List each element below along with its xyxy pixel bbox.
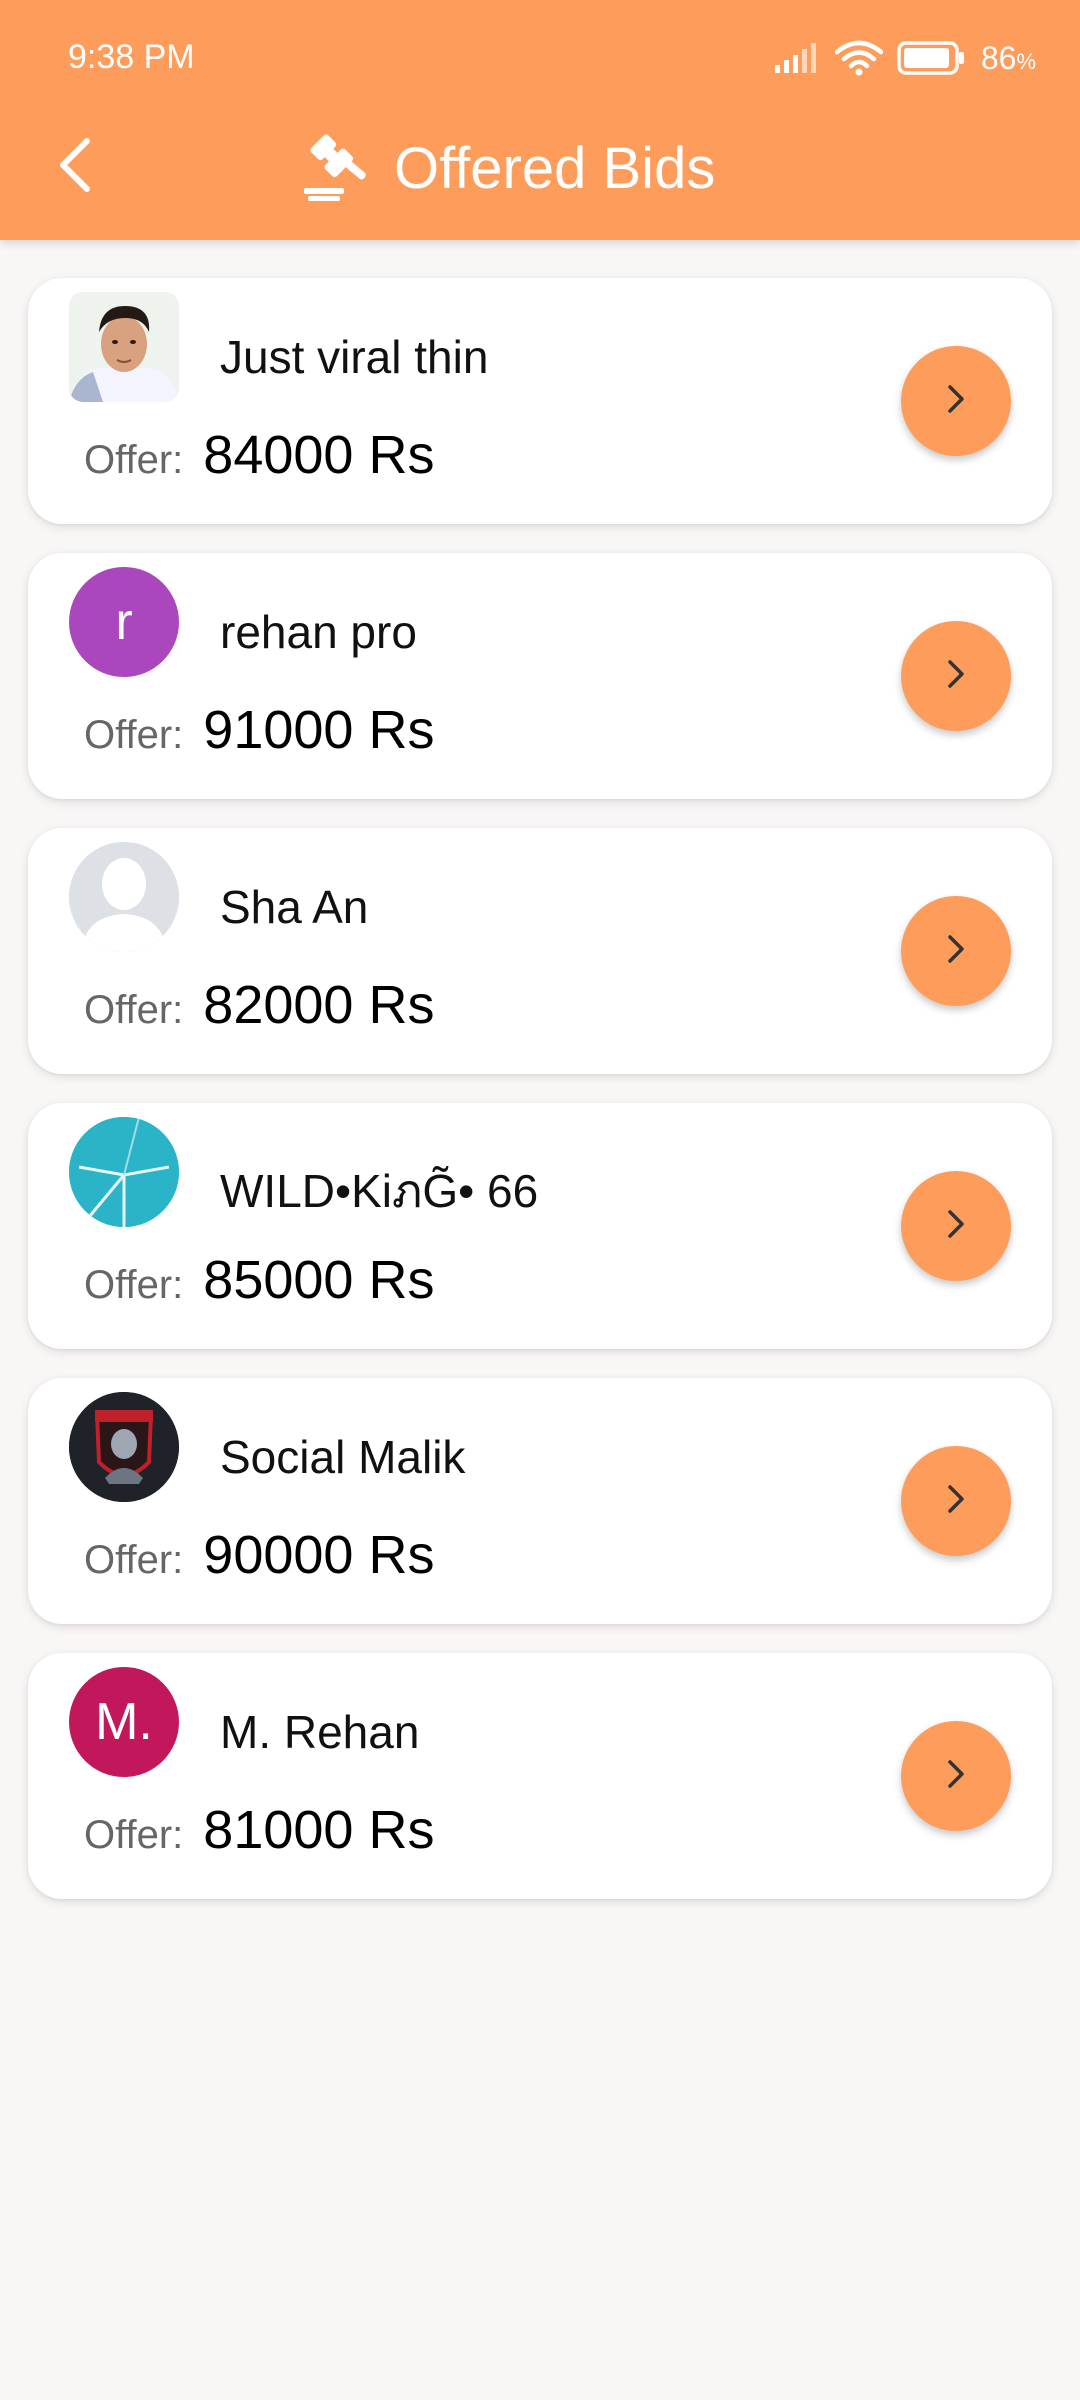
offer-row: Offer: 85000 Rs [84, 1249, 434, 1311]
offer-row: Offer: 82000 Rs [84, 974, 434, 1036]
view-bid-button[interactable] [901, 1721, 1011, 1831]
bidder-name: WILD•KiภG̃• 66 [220, 1165, 539, 1217]
avatar-placeholder-icon [69, 842, 179, 952]
bidder-name: M. Rehan [220, 1706, 420, 1758]
title-wrap: Offered Bids [300, 128, 715, 208]
avatar [69, 1392, 179, 1502]
offer-amount: 81000 Rs [203, 1800, 435, 1860]
chevron-left-icon [53, 135, 97, 200]
chevron-right-icon [941, 654, 971, 699]
status-bar: 9:38 PM 86% [0, 0, 1080, 90]
bid-card[interactable]: WILD•KiภG̃• 66 Offer: 85000 Rs [28, 1103, 1052, 1349]
app-bar: 9:38 PM 86% Offered Bids [0, 0, 1080, 240]
offer-amount: 91000 Rs [203, 700, 435, 760]
avatar: M. [69, 1667, 179, 1777]
chevron-right-icon [941, 1479, 971, 1524]
view-bid-button[interactable] [901, 896, 1011, 1006]
avatar: r [69, 567, 179, 677]
offer-amount: 90000 Rs [203, 1525, 435, 1585]
offer-amount: 84000 Rs [203, 425, 435, 485]
avatar [69, 1117, 179, 1227]
battery-unit: % [1016, 48, 1036, 74]
bid-card[interactable]: M. M. Rehan Offer: 81000 Rs [28, 1653, 1052, 1899]
view-bid-button[interactable] [901, 1171, 1011, 1281]
status-icons: 86% [773, 34, 1036, 82]
wifi-icon [834, 40, 883, 76]
offer-row: Offer: 84000 Rs [84, 424, 434, 486]
view-bid-button[interactable] [901, 346, 1011, 456]
chevron-right-icon [941, 1754, 971, 1799]
offer-label: Offer: [84, 1263, 184, 1307]
bidder-name: rehan pro [220, 606, 417, 658]
battery-value: 86 [980, 39, 1017, 76]
page-title: Offered Bids [394, 135, 716, 201]
status-time: 9:38 PM [68, 38, 195, 76]
chevron-right-icon [941, 1204, 971, 1249]
chevron-right-icon [941, 929, 971, 974]
bid-card[interactable]: Social Malik Offer: 90000 Rs [28, 1378, 1052, 1624]
offer-amount: 85000 Rs [203, 1250, 435, 1310]
bidder-name: Sha An [220, 881, 369, 933]
gavel-icon [300, 130, 372, 207]
offer-label: Offer: [84, 713, 184, 757]
view-bid-button[interactable] [901, 1446, 1011, 1556]
offer-label: Offer: [84, 1813, 184, 1857]
bidder-name: Social Malik [220, 1431, 466, 1483]
chevron-right-icon [941, 379, 971, 424]
offer-label: Offer: [84, 438, 184, 482]
battery-percent: 86% [981, 40, 1036, 77]
bid-card[interactable]: r rehan pro Offer: 91000 Rs [28, 553, 1052, 799]
avatar-letter: M. [95, 1693, 153, 1751]
offer-label: Offer: [84, 988, 184, 1032]
back-button[interactable] [30, 122, 120, 212]
bid-card[interactable]: Just viral thin Offer: 84000 Rs [28, 278, 1052, 524]
offer-row: Offer: 90000 Rs [84, 1524, 434, 1586]
bid-card[interactable]: Sha An Offer: 82000 Rs [28, 828, 1052, 1074]
view-bid-button[interactable] [901, 621, 1011, 731]
signal-icon [773, 43, 821, 73]
offer-label: Offer: [84, 1538, 184, 1582]
bidder-name: Just viral thin [220, 331, 489, 383]
avatar-letter: r [115, 593, 133, 651]
offer-row: Offer: 81000 Rs [84, 1799, 434, 1861]
offer-amount: 82000 Rs [203, 975, 435, 1035]
offer-row: Offer: 91000 Rs [84, 699, 434, 761]
battery-icon [897, 41, 967, 75]
toolbar: Offered Bids [0, 110, 1080, 220]
bids-list: Just viral thin Offer: 84000 Rs r rehan … [28, 278, 1052, 1928]
avatar [69, 292, 179, 402]
